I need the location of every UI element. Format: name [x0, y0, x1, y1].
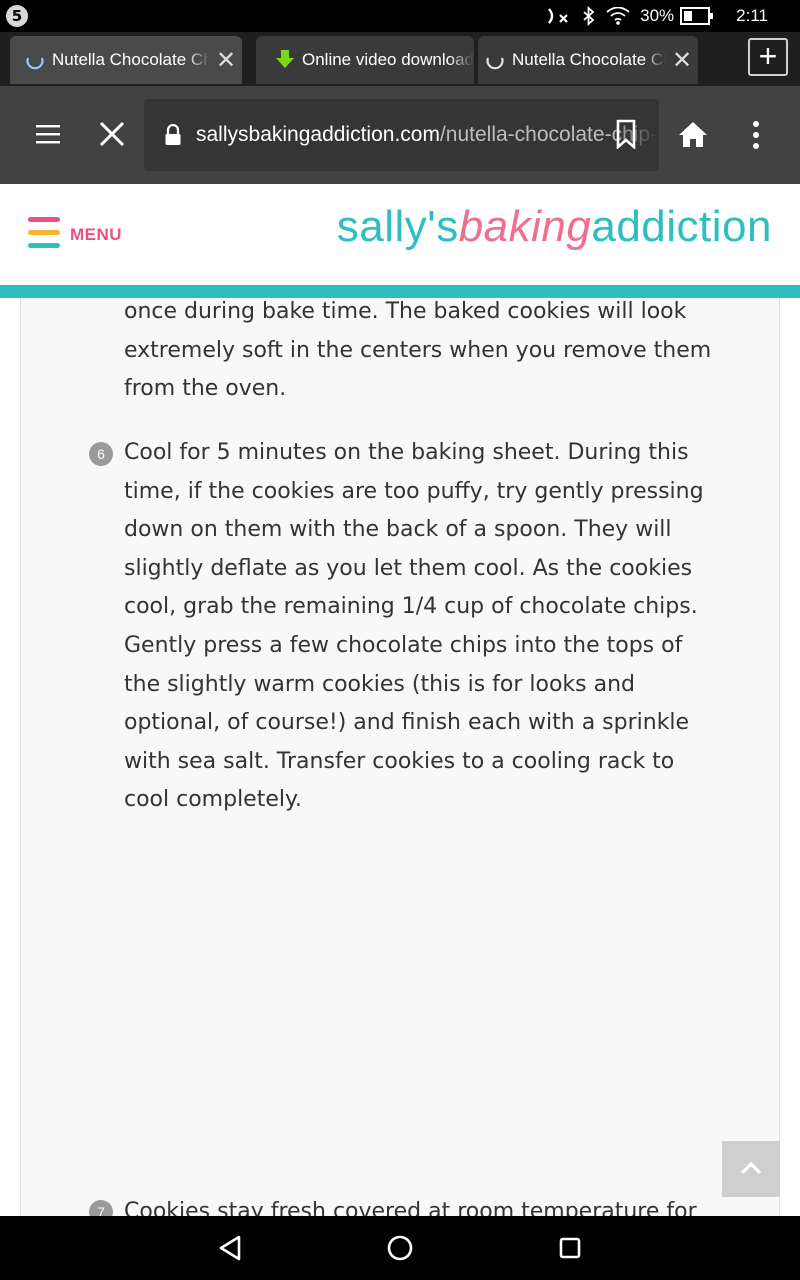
close-tab-icon[interactable]: ✕ [666, 46, 698, 75]
step-6-number: 6 [89, 442, 113, 466]
tab-nutella-2[interactable]: Nutella Chocolate Chip Cookies ✕ [478, 36, 698, 84]
wifi-icon [606, 7, 630, 25]
status-icons: 30% 2:11 [546, 0, 800, 32]
tab-strip: Nutella Chocolate Chip Cookies ✕ Online … [0, 32, 800, 86]
url-bar[interactable]: sallysbakingaddiction.com/nutella-chocol… [144, 99, 659, 171]
home-icon[interactable] [678, 120, 708, 148]
tab-video-downloader[interactable]: Online video downloader [256, 36, 474, 84]
step-6-text: Cool for 5 minutes on the baking sheet. … [124, 440, 704, 813]
system-nav-bar [0, 1216, 800, 1280]
scroll-to-top-button[interactable] [722, 1141, 780, 1197]
loading-spinner-icon [26, 57, 44, 70]
stop-loading-icon[interactable] [98, 120, 126, 148]
loading-spinner-icon [486, 57, 504, 70]
download-arrow-icon [276, 50, 294, 68]
back-icon[interactable] [214, 1232, 246, 1264]
url-text: sallysbakingaddiction.com/nutella-chocol… [196, 123, 659, 147]
header-accent-bar [0, 285, 800, 298]
site-logo[interactable]: sally'sbakingaddiction [337, 202, 772, 252]
lock-icon [165, 124, 181, 145]
bluetooth-icon [582, 6, 596, 26]
notification-count-badge: 5 [6, 5, 28, 27]
page-content: once during bake time. The baked cookies… [0, 298, 800, 1216]
url-domain: sallysbakingaddiction.com [196, 123, 440, 146]
status-bar: 5 30% 2:11 [0, 0, 800, 32]
site-menu-label[interactable]: MENU [70, 225, 122, 245]
tab-label: Nutella Chocolate Chip Cookies [52, 50, 210, 69]
site-header: MENU sally'sbakingaddiction [0, 184, 800, 285]
tab-switcher-menu-icon[interactable] [36, 122, 62, 148]
new-tab-button[interactable]: + [748, 38, 788, 76]
more-options-icon[interactable] [750, 120, 762, 150]
step-5-text: once during bake time. The baked cookies… [124, 299, 712, 402]
logo-part-baking: baking [458, 202, 592, 251]
logo-part-sallys: sally's [336, 202, 459, 251]
close-tab-icon[interactable]: ✕ [210, 46, 242, 75]
site-menu-icon[interactable] [28, 217, 60, 251]
tab-nutella-1[interactable]: Nutella Chocolate Chip Cookies ✕ [10, 36, 242, 84]
home-circle-icon[interactable] [384, 1232, 416, 1264]
tab-label: Nutella Chocolate Chip Cookies [512, 50, 666, 69]
clock: 2:11 [736, 6, 768, 25]
step-7-text: Cookies stay fresh covered at room tempe… [124, 1199, 697, 1216]
battery-percent: 30% [640, 6, 675, 25]
tab-label: Online video downloader [302, 50, 474, 69]
recent-apps-icon[interactable] [554, 1232, 586, 1264]
logo-part-addiction: addiction [591, 202, 772, 251]
battery-icon [680, 7, 714, 25]
chevron-up-icon [740, 1161, 762, 1175]
bookmark-icon[interactable] [615, 119, 637, 149]
nfc-off-icon [546, 6, 572, 26]
browser-toolbar: sallysbakingaddiction.com/nutella-chocol… [0, 86, 800, 184]
